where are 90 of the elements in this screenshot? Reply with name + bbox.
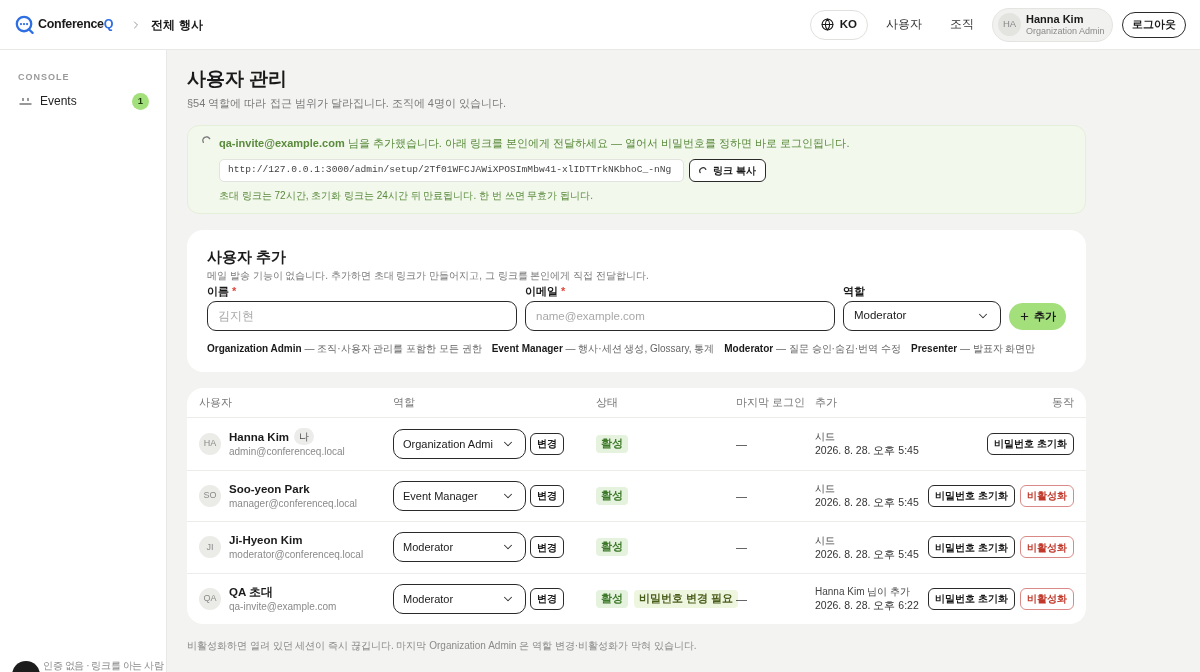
reset-password-button[interactable]: 비밀번호 초기화 — [928, 484, 1015, 507]
self-tag: 나 — [294, 428, 315, 446]
column-header: 상태 — [596, 394, 619, 410]
reset-password-button[interactable]: 비밀번호 초기화 — [928, 587, 1015, 610]
role-description: Organization Admin — 조직·사용자 관리를 포함한 모든 권한 — [207, 342, 482, 356]
role-description: Event Manager — 행사·세션 생성, Glossary, 통계 — [491, 342, 715, 356]
role-select[interactable]: Organization Admi — [393, 428, 526, 459]
added-by: 시드 — [815, 533, 836, 547]
breadcrumb-item[interactable]: 전체 행사 — [151, 15, 203, 34]
field-label: 이름 * — [207, 284, 237, 298]
change-button[interactable]: 변경 — [530, 432, 564, 455]
user-email: admin@conferenceq.local — [229, 445, 345, 460]
role-description: Presenter — 발표자 화면만 — [910, 342, 1036, 356]
notice-note: 초대 링크는 72시간, 초기화 링크는 24시간 뒤 만료됩니다. 한 번 쓰면 무효가 됩니다. — [219, 189, 594, 203]
role-select[interactable]: Moderator — [843, 301, 1001, 331]
notice-message: qa-invite@example.com 님을 추가했습니다. 아래 링크를 본인에게 전달하세요 — 열어서 비밀번호를 정하면 바로 로그인됩니다. — [219, 136, 850, 151]
last-login: — — [736, 540, 748, 555]
user-avatar: QA — [199, 587, 221, 610]
page-subtitle: §54 역할에 따라 접근 범위가 달라집니다. 조직에 4명이 있습니다. — [187, 96, 508, 111]
reset-password-button[interactable]: 비밀번호 초기화 — [987, 432, 1074, 455]
globe-icon — [820, 18, 834, 31]
link-field[interactable]: http://127.0.0.1:3000/admin/setup/2Tf01WFCJAWiXPOSImMbw41-xlIDTTrkNKbhoC_-nNg — [219, 159, 684, 182]
status-badge: 비밀번호 변경 필요 — [634, 589, 738, 608]
add-button[interactable]: 추가 — [1009, 303, 1066, 330]
user-email: qa-invite@example.com — [229, 599, 337, 614]
change-button[interactable]: 변경 — [530, 536, 564, 559]
status-badge: 활성 — [596, 486, 628, 505]
nav-link[interactable]: 조직 — [950, 15, 974, 34]
deactivate-button[interactable]: 비활성화 — [1020, 484, 1074, 507]
added-date: 2026. 8. 28. 오후 5:45 — [815, 495, 920, 510]
deactivate-button[interactable]: 비활성화 — [1020, 587, 1074, 610]
text-input-field[interactable]: name@example.com — [525, 301, 835, 331]
sidebar-item[interactable]: Events 1 — [12, 90, 154, 112]
deactivate-button[interactable]: 비활성화 — [1020, 536, 1074, 559]
status-badge: 활성 — [596, 589, 628, 608]
column-header: 역할 — [393, 394, 416, 410]
card-description: 메일 발송 기능이 없습니다. 추가하면 초대 링크가 만들어지고, 그 링크를 본인에게 직접 전달합니다. — [207, 269, 650, 283]
status-badge: 활성 — [596, 434, 628, 453]
user-name: Soo-yeon Park — [229, 481, 310, 497]
column-header: 사용자 — [199, 394, 233, 410]
count-badge: 1 — [132, 92, 149, 110]
last-login: — — [736, 591, 748, 607]
added-by: 시드 — [815, 430, 836, 444]
added-date: 2026. 8. 28. 오후 5:45 — [815, 546, 920, 561]
user-name: Hanna Kim — [229, 429, 290, 445]
role-select[interactable]: Moderator — [393, 532, 526, 563]
user-email: manager@conferenceq.local — [229, 496, 357, 511]
added-by: Hanna Kim 님이 추가 — [815, 585, 912, 599]
page-title: 사용자 관리 — [187, 67, 289, 91]
plus-icon — [1019, 311, 1030, 322]
text-input-field[interactable]: 김지현 — [207, 301, 517, 331]
user-avatar: HA — [998, 13, 1021, 36]
sidebar-footer-text: 인증 없음 · 링크를 아는 사람 — [43, 660, 164, 672]
user-avatar: HA — [199, 432, 221, 455]
change-button[interactable]: 변경 — [530, 484, 564, 507]
user-email: moderator@conferenceq.local — [229, 548, 364, 563]
added-by: 시드 — [815, 482, 836, 496]
column-header: 마지막 로그인 — [736, 394, 806, 410]
status-badge: 활성 — [596, 538, 628, 557]
section-label: CONSOLE — [17, 71, 71, 83]
loader-icon — [699, 166, 707, 175]
ticks-icon — [19, 97, 32, 105]
user-avatar: JI — [199, 536, 221, 559]
footer-note: 비활성화하면 열려 있던 세션이 즉시 끊깁니다. 마지막 Organization Admin 은 역할 변경·비활성화가 막혀 있습니다. — [187, 639, 698, 653]
change-button[interactable]: 변경 — [530, 587, 564, 610]
field-label: 역할 — [843, 284, 865, 298]
loader-icon — [202, 136, 211, 145]
copy-link-button[interactable]: 링크 복사 — [689, 159, 766, 182]
logout-button[interactable]: 로그아웃 — [1122, 11, 1186, 38]
last-login: — — [736, 436, 748, 452]
role-description: Moderator — 질문 승인·숨김·번역 수정 — [724, 342, 901, 356]
column-header: 추가 — [815, 394, 838, 410]
card-title: 사용자 추가 — [207, 247, 288, 267]
brand-logo: ConferenceQ — [38, 16, 114, 34]
role-select[interactable]: Event Manager — [393, 480, 526, 511]
user-name: QA 초대 — [229, 584, 274, 600]
user-avatar: SO — [199, 484, 221, 507]
user-name: Hanna Kim — [1026, 12, 1085, 25]
role-select[interactable]: Moderator — [393, 583, 526, 614]
language-button[interactable]: KO — [809, 9, 868, 40]
field-label: 이메일 * — [525, 284, 566, 298]
nav-link[interactable]: 사용자 — [886, 15, 922, 34]
last-login: — — [736, 488, 748, 504]
added-date: 2026. 8. 28. 오후 5:45 — [815, 443, 920, 458]
column-header: 동작 — [1052, 394, 1074, 410]
added-date: 2026. 8. 28. 오후 6:22 — [815, 598, 920, 613]
user-name: Ji-Hyeon Kim — [229, 533, 303, 549]
reset-password-button[interactable]: 비밀번호 초기화 — [928, 536, 1015, 559]
user-role: Organization Admin — [1026, 24, 1105, 37]
logo-icon — [15, 15, 34, 34]
